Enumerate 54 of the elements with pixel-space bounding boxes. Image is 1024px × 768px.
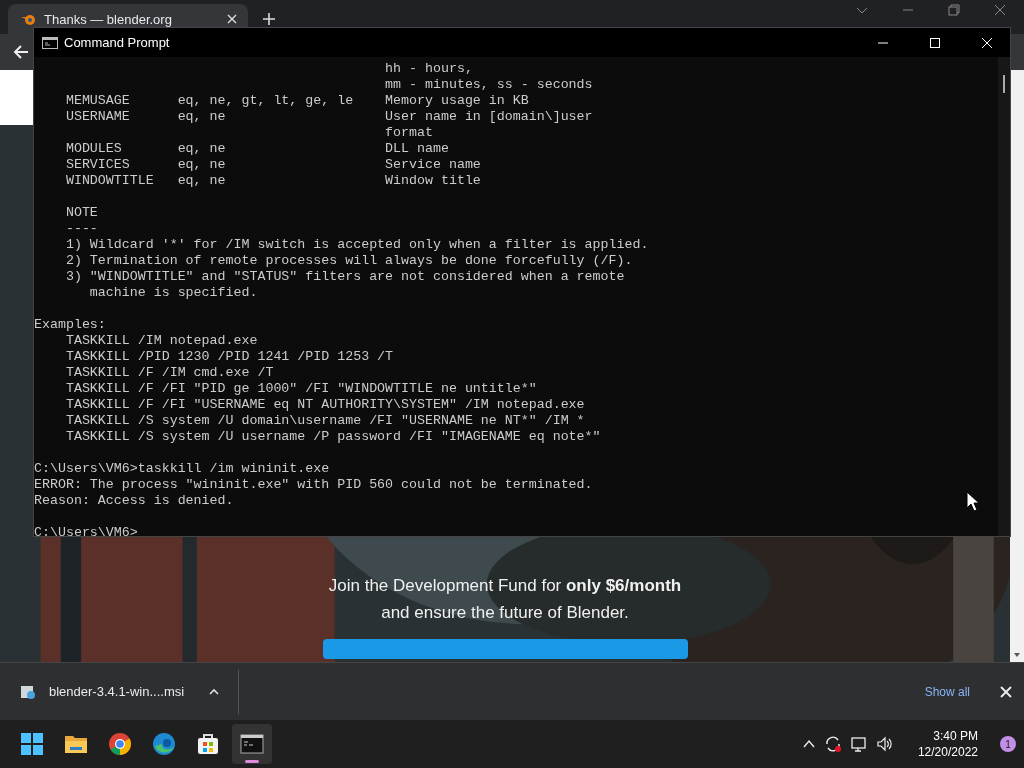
clock[interactable]: 3:40 PM 12/20/2022 — [913, 728, 982, 760]
new-tab-icon[interactable] — [262, 12, 276, 26]
sync-icon[interactable] — [823, 735, 842, 753]
console-line: NOTE — [64, 205, 98, 220]
show-all-link[interactable]: Show all — [924, 684, 970, 699]
console-line: hh - hours, — [384, 61, 473, 76]
console-line: TASKKILL /S system /U username /P password /FI "IMAGENAME eq note*" — [64, 429, 601, 444]
clock-date: 12/20/2022 — [917, 744, 978, 760]
console-line: 2) Termination of remote processes will always be done forcefully (/F). — [64, 253, 633, 268]
restore-icon[interactable] — [948, 4, 960, 16]
console-line: C:\Users\VM6> — [34, 525, 138, 540]
console-line: USERNAME eq, ne User name in [domain\]user — [64, 109, 593, 124]
console-line: MODULES eq, ne DLL name — [64, 141, 449, 156]
console-line: ERROR: The process "wininit.exe" with PID 560 could not be terminated. — [34, 477, 593, 492]
console-line: TASKKILL /F /FI "USERNAME eq NT AUTHORITY\SYSTEM" /IM notepad.exe — [64, 397, 585, 412]
console-line: machine is specified. — [88, 285, 258, 300]
scroll-down-icon[interactable] — [1013, 651, 1021, 659]
chrome-icon — [108, 732, 132, 756]
console-line: TASKKILL /IM notepad.exe — [64, 333, 258, 348]
installer-icon — [20, 683, 36, 700]
command-prompt-icon — [42, 34, 58, 51]
promo-text: and ensure the future of Blender. — [381, 602, 629, 623]
console-line: ---- — [64, 221, 98, 236]
console-line: format — [384, 125, 433, 140]
console-line: TASKKILL /F /IM cmd.exe /T — [64, 365, 274, 380]
console-line: 3) "WINDOWTITLE" and "STATUS" filters are not considered when a remote — [64, 269, 625, 284]
console-line: WINDOWTITLE eq, ne Window title — [64, 173, 481, 188]
scroll-bar[interactable] — [1003, 75, 1005, 93]
window-title: Command Prompt — [64, 35, 170, 50]
clock-time: 3:40 PM — [933, 728, 978, 744]
tab-title: Thanks — blender.org — [44, 11, 173, 27]
console-line: TASKKILL /PID 1230 /PID 1241 /PID 1253 /T — [64, 349, 394, 364]
promo-text: Join the Development Fund for only $6/month — [328, 575, 682, 596]
console-line: SERVICES eq, ne Service name — [64, 157, 481, 172]
maximize-icon[interactable] — [929, 36, 941, 49]
console-line: 1) Wildcard '*' for /IM switch is accepted only when a filter is applied. — [64, 237, 649, 252]
command-prompt-icon — [240, 732, 264, 756]
network-icon[interactable] — [849, 735, 868, 753]
back-arrow-icon[interactable] — [13, 44, 29, 60]
notification-badge[interactable]: 1 — [1000, 736, 1016, 752]
volume-icon[interactable] — [875, 735, 894, 753]
mouse-pointer-icon — [966, 491, 980, 513]
taskbar-app[interactable] — [232, 724, 272, 764]
edge-icon — [152, 732, 176, 756]
store-icon — [196, 732, 220, 756]
console-line: Reason: Access is denied. — [34, 493, 234, 508]
console-line: MEMUSAGE eq, ne, gt, lt, ge, le Memory usage in KB — [64, 93, 529, 108]
download-file-name[interactable]: blender-3.4.1-win....msi — [49, 684, 185, 699]
console-line: Examples: — [34, 317, 106, 332]
console-line: TASKKILL /S system /U domain\username /FI "USERNAME ne NT*" /IM * — [64, 413, 585, 428]
console-line: mm - minutes, ss - seconds — [384, 77, 593, 92]
console-line: TASKKILL /F /FI "PID ge 1000" /FI "WINDOWTITLE ne untitle*" — [64, 381, 537, 396]
windows-logo-icon — [20, 732, 44, 756]
console-line: C:\Users\VM6>taskkill /im wininit.exe — [34, 461, 330, 476]
